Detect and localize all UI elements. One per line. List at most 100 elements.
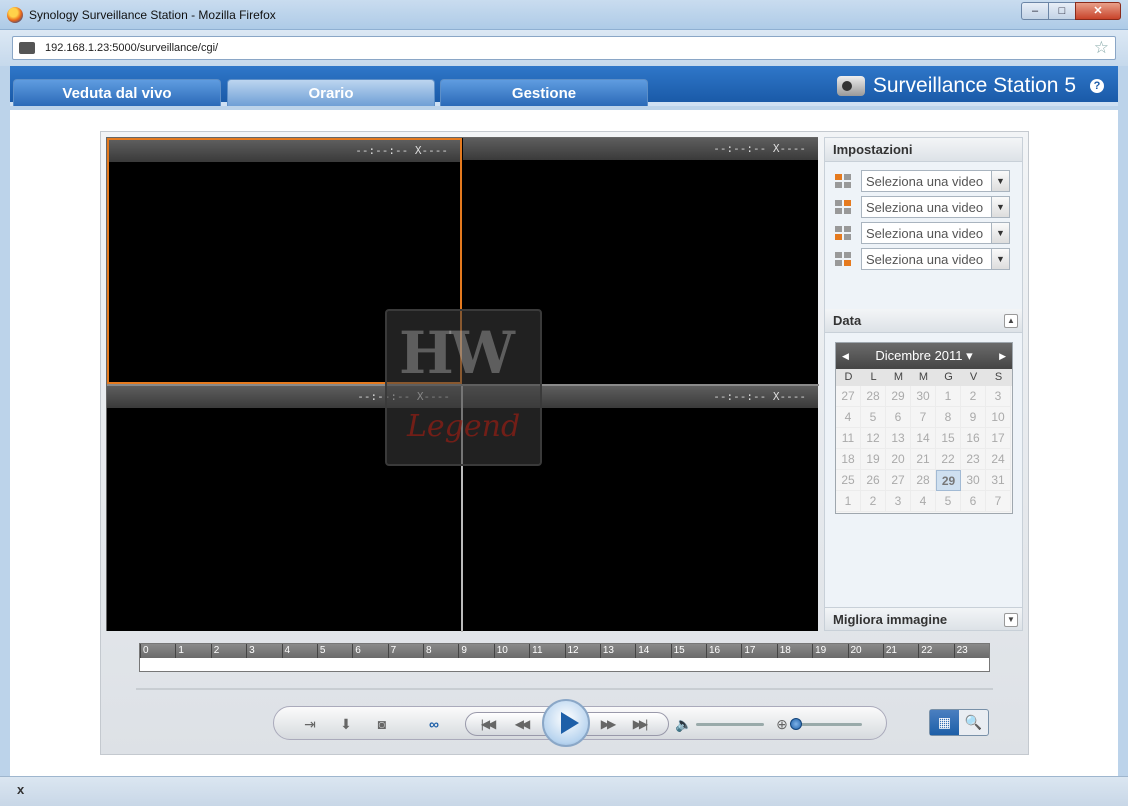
calendar-day[interactable]: 9 xyxy=(961,407,986,428)
calendar-day[interactable]: 22 xyxy=(936,449,961,470)
minimize-button[interactable]: – xyxy=(1021,2,1048,20)
video-timestamp: --:--:-- X---- xyxy=(355,144,448,157)
address-url[interactable]: 192.168.1.23:5000/surveillance/cgi/ xyxy=(45,42,218,54)
calendar-day-selected[interactable]: 29 xyxy=(936,470,961,491)
close-window-button[interactable]: ✕ xyxy=(1075,2,1121,20)
tab-schedule[interactable]: Orario xyxy=(227,79,435,106)
export-icon[interactable]: ⇥ xyxy=(300,714,320,734)
timeline[interactable]: 0 1 2 3 4 5 6 7 8 9 10 11 12 13 14 15 16 17 18 19 20 21 22 23 xyxy=(139,643,990,672)
window-controls: – □ ✕ xyxy=(1021,2,1121,20)
calendar-day[interactable]: 30 xyxy=(961,470,986,491)
watermark-top-text: HW xyxy=(399,319,515,387)
search-icon[interactable]: 🔍 xyxy=(959,710,988,735)
timeline-hour-tick: 15 xyxy=(670,644,685,658)
calendar-day[interactable]: 5 xyxy=(861,407,886,428)
chevron-down-icon[interactable]: ▼ xyxy=(991,197,1009,217)
calendar-day[interactable]: 1 xyxy=(936,386,961,407)
snapshot-camera-icon[interactable]: ◙ xyxy=(372,714,392,734)
rewind-icon[interactable]: ◀◀ xyxy=(508,715,534,733)
calendar-day[interactable]: 25 xyxy=(836,470,861,491)
calendar-day[interactable]: 2 xyxy=(961,386,986,407)
calendar-day[interactable]: 1 xyxy=(836,491,861,512)
sync-link-icon[interactable]: ∞ xyxy=(424,714,444,734)
video-select-3[interactable]: Seleziona una video ▼ xyxy=(861,222,1010,244)
skip-to-start-icon[interactable]: |◀◀ xyxy=(474,715,500,733)
video-select-row-3: Seleziona una video ▼ xyxy=(835,222,1010,244)
volume-slider[interactable] xyxy=(696,723,764,726)
calendar-day[interactable]: 14 xyxy=(911,428,936,449)
calendar-day[interactable]: 7 xyxy=(986,491,1011,512)
zoom-slider[interactable] xyxy=(796,723,862,726)
address-bar[interactable]: 192.168.1.23:5000/surveillance/cgi/ ☆ xyxy=(12,36,1116,60)
calendar-day[interactable]: 6 xyxy=(886,407,911,428)
zoom-icon[interactable]: ⊕ xyxy=(772,714,792,734)
zoom-slider-handle[interactable] xyxy=(790,718,802,730)
enhance-title: Migliora immagine xyxy=(833,612,948,627)
calendar-day[interactable]: 3 xyxy=(986,386,1011,407)
calendar-day[interactable]: 4 xyxy=(911,491,936,512)
video-select-4[interactable]: Seleziona una video ▼ xyxy=(861,248,1010,270)
calendar-day[interactable]: 24 xyxy=(986,449,1011,470)
calendar-day[interactable]: 2 xyxy=(861,491,886,512)
calendar-day[interactable]: 21 xyxy=(911,449,936,470)
chevron-down-icon[interactable]: ▼ xyxy=(991,249,1009,269)
calendar-day[interactable]: 23 xyxy=(961,449,986,470)
calendar-day[interactable]: 29 xyxy=(886,386,911,407)
video-select-row-2: Seleziona una video ▼ xyxy=(835,196,1010,218)
close-findbar-icon[interactable]: x xyxy=(17,782,24,797)
calendar-day[interactable]: 10 xyxy=(986,407,1011,428)
fast-forward-icon[interactable]: ▶▶ xyxy=(594,715,620,733)
calendar-day[interactable]: 27 xyxy=(886,470,911,491)
calendar-day[interactable]: 27 xyxy=(836,386,861,407)
enhance-header[interactable]: Migliora immagine ▼ xyxy=(825,607,1022,631)
timeline-hour-tick: 20 xyxy=(847,644,862,658)
calendar-day[interactable]: 6 xyxy=(961,491,986,512)
next-month-icon[interactable]: ▶ xyxy=(999,343,1006,369)
bookmark-star-icon[interactable]: ☆ xyxy=(1094,38,1109,58)
calendar-day[interactable]: 7 xyxy=(911,407,936,428)
calendar-day[interactable]: 30 xyxy=(911,386,936,407)
expand-down-icon[interactable]: ▼ xyxy=(1004,613,1018,627)
layout-position-4-icon xyxy=(835,252,851,266)
video-select-1[interactable]: Seleziona una video ▼ xyxy=(861,170,1010,192)
prev-month-icon[interactable]: ◀ xyxy=(842,343,849,369)
play-button[interactable] xyxy=(542,699,590,747)
chevron-down-icon[interactable]: ▼ xyxy=(991,171,1009,191)
calendar-day[interactable]: 20 xyxy=(886,449,911,470)
navigation-toolbar: 192.168.1.23:5000/surveillance/cgi/ ☆ xyxy=(0,30,1128,66)
calendar-day[interactable]: 11 xyxy=(836,428,861,449)
volume-icon[interactable]: 🔈 xyxy=(674,714,694,734)
calendar-day[interactable]: 12 xyxy=(861,428,886,449)
calendar-day[interactable]: 18 xyxy=(836,449,861,470)
filmstrip-view-icon[interactable]: ▦ xyxy=(930,710,959,735)
tab-management[interactable]: Gestione xyxy=(440,79,648,106)
calendar-day[interactable]: 28 xyxy=(911,470,936,491)
timeline-hour-tick: 8 xyxy=(423,644,432,658)
tab-live-view[interactable]: Veduta dal vivo xyxy=(13,79,221,106)
calendar-day[interactable]: 26 xyxy=(861,470,886,491)
download-icon[interactable]: ⬇ xyxy=(336,714,356,734)
calendar-day[interactable]: 3 xyxy=(886,491,911,512)
calendar-day[interactable]: 5 xyxy=(936,491,961,512)
calendar-day[interactable]: 13 xyxy=(886,428,911,449)
calendar-day[interactable]: 19 xyxy=(861,449,886,470)
timeline-hour-tick: 23 xyxy=(953,644,968,658)
collapse-up-icon[interactable]: ▲ xyxy=(1004,314,1018,328)
calendar-day[interactable]: 15 xyxy=(936,428,961,449)
calendar-day[interactable]: 17 xyxy=(986,428,1011,449)
calendar-day[interactable]: 31 xyxy=(986,470,1011,491)
month-selector[interactable]: Dicembre 2011 ▾ xyxy=(875,348,972,363)
video-select-2[interactable]: Seleziona una video ▼ xyxy=(861,196,1010,218)
date-header[interactable]: Data ▲ xyxy=(825,309,1022,333)
chevron-down-icon[interactable]: ▼ xyxy=(991,223,1009,243)
weekday-label: V xyxy=(969,371,978,383)
calendar-day[interactable]: 8 xyxy=(936,407,961,428)
calendar-day[interactable]: 16 xyxy=(961,428,986,449)
maximize-button[interactable]: □ xyxy=(1048,2,1075,20)
separator xyxy=(136,688,993,690)
site-identity-icon[interactable] xyxy=(19,42,35,54)
calendar-day[interactable]: 4 xyxy=(836,407,861,428)
help-icon[interactable]: ? xyxy=(1090,79,1104,93)
calendar-day[interactable]: 28 xyxy=(861,386,886,407)
skip-to-end-icon[interactable]: ▶▶| xyxy=(626,715,652,733)
